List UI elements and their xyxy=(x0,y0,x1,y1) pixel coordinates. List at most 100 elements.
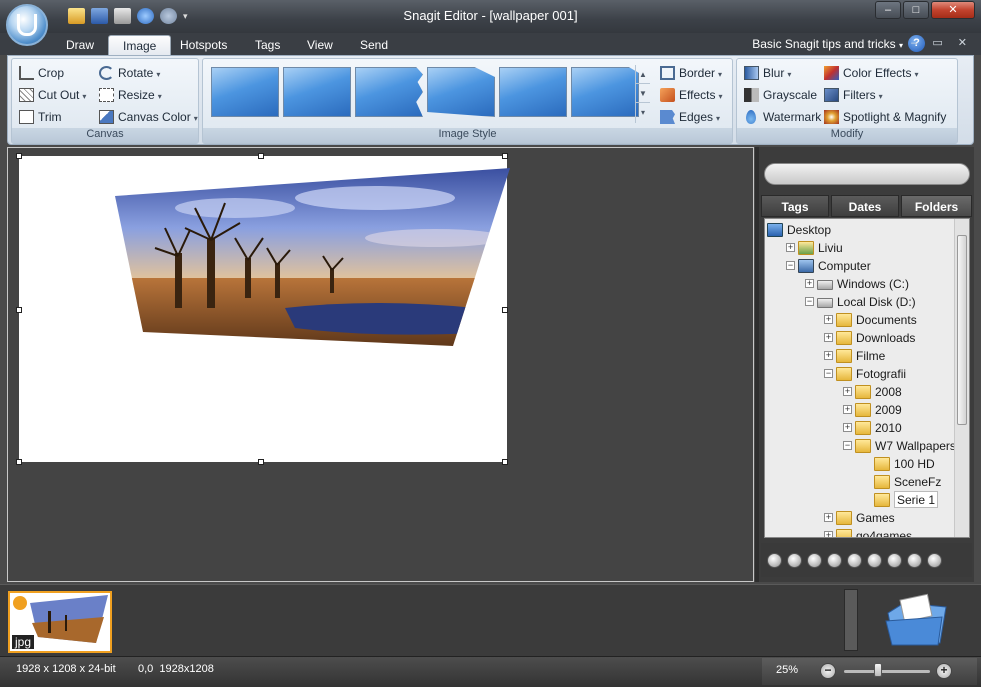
tab-image[interactable]: Image xyxy=(108,35,172,55)
help-tips-link[interactable]: Basic Snagit tips and tricks ▾ xyxy=(752,37,903,51)
tab-view[interactable]: View xyxy=(293,35,347,55)
filters-button[interactable]: Filters ▾ xyxy=(821,85,883,105)
expand-icon[interactable]: + xyxy=(843,405,852,414)
tree-node[interactable]: + Filme xyxy=(765,347,955,365)
tab-tags[interactable]: Tags xyxy=(241,35,294,55)
tree-node[interactable]: SceneFz xyxy=(765,473,955,491)
tree-node[interactable]: − Local Disk (D:) xyxy=(765,293,955,311)
resize-handle-br[interactable] xyxy=(502,459,508,465)
open-library-folder-icon[interactable] xyxy=(884,593,950,647)
color-effects-button[interactable]: Color Effects ▾ xyxy=(821,63,919,83)
save-icon[interactable] xyxy=(91,8,108,24)
ribbon-window-controls[interactable]: – ▭ ✕ xyxy=(911,36,973,49)
print-icon[interactable] xyxy=(114,8,131,24)
collapse-icon[interactable]: − xyxy=(843,441,852,450)
tree-node[interactable]: − Computer xyxy=(765,257,955,275)
spotlight-magnify-button[interactable]: Spotlight & Magnify xyxy=(821,107,946,127)
expand-icon[interactable]: + xyxy=(843,423,852,432)
folder-tree[interactable]: Desktop + Liviu − Computer + Windows (C:) − Loca… xyxy=(764,218,970,538)
customize-qat-icon[interactable]: ▾ xyxy=(183,8,193,24)
tree-node[interactable]: +2009 xyxy=(765,401,955,419)
image-canvas[interactable] xyxy=(19,156,510,462)
zoom-slider[interactable] xyxy=(844,670,930,673)
effects-button[interactable]: Effects ▾ xyxy=(657,85,722,105)
gallery-up-icon[interactable]: ▲ xyxy=(636,65,650,84)
flag-heart-icon[interactable] xyxy=(847,553,862,568)
edges-button[interactable]: Edges ▾ xyxy=(657,107,720,127)
style-thumb-6[interactable] xyxy=(571,67,639,117)
style-thumb-3[interactable] xyxy=(355,67,423,117)
grayscale-button[interactable]: Grayscale xyxy=(741,85,817,105)
tree-node[interactable]: 100 HD xyxy=(765,455,955,473)
tab-library-dates[interactable]: Dates xyxy=(831,195,899,217)
flag-dollar-icon[interactable] xyxy=(867,553,882,568)
zoom-slider-knob[interactable] xyxy=(874,663,882,677)
tree-node[interactable]: +2010 xyxy=(765,419,955,437)
flag-flag-icon[interactable] xyxy=(807,553,822,568)
resize-handle-t[interactable] xyxy=(258,153,264,159)
tab-draw[interactable]: Draw xyxy=(52,35,108,55)
editor-canvas-area[interactable] xyxy=(7,147,754,582)
expand-icon[interactable]: + xyxy=(824,333,833,342)
flag-check-icon[interactable] xyxy=(907,553,922,568)
library-search-input[interactable] xyxy=(764,163,970,185)
undo-icon[interactable] xyxy=(137,8,154,24)
watermark-button[interactable]: Watermark xyxy=(741,107,821,127)
tree-scrollbar[interactable] xyxy=(954,219,969,537)
tree-node[interactable]: − W7 Wallpapers xyxy=(765,437,956,455)
flag-exclamation-icon[interactable] xyxy=(767,553,782,568)
tree-scroll-thumb[interactable] xyxy=(957,235,967,425)
expand-icon[interactable]: + xyxy=(824,351,833,360)
flag-star-icon[interactable] xyxy=(927,553,942,568)
resize-button[interactable]: Resize ▾ xyxy=(96,85,162,105)
flag-radioactive-icon[interactable] xyxy=(787,553,802,568)
snagit-menu-button[interactable] xyxy=(6,4,48,46)
close-button[interactable]: ✕ xyxy=(931,1,975,19)
tree-node[interactable]: + Windows (C:) xyxy=(765,275,955,293)
resize-handle-bl[interactable] xyxy=(16,459,22,465)
tree-node[interactable]: Desktop xyxy=(765,221,955,239)
canvas-color-button[interactable]: Canvas Color ▾ xyxy=(96,107,198,127)
style-thumb-4[interactable] xyxy=(427,67,495,117)
resize-handle-tr[interactable] xyxy=(502,153,508,159)
minimize-button[interactable]: – xyxy=(875,1,901,19)
gallery-down-icon[interactable]: ▼ xyxy=(636,84,650,103)
tree-node[interactable]: − Fotografii xyxy=(765,365,955,383)
style-thumb-1[interactable] xyxy=(211,67,279,117)
tree-node[interactable]: + Games xyxy=(765,509,955,527)
resize-handle-tl[interactable] xyxy=(16,153,22,159)
crop-button[interactable]: Crop xyxy=(16,63,64,83)
style-gallery-scroll[interactable]: ▲ ▼ ▾ xyxy=(635,65,650,123)
collapse-icon[interactable]: − xyxy=(786,261,795,270)
expand-icon[interactable]: + xyxy=(843,387,852,396)
maximize-button[interactable]: □ xyxy=(903,1,929,19)
flag-pin-icon[interactable] xyxy=(887,553,902,568)
collapse-icon[interactable]: − xyxy=(824,369,833,378)
zoom-out-button[interactable]: − xyxy=(820,663,836,679)
collapse-icon[interactable]: − xyxy=(805,297,814,306)
tab-send[interactable]: Send xyxy=(346,35,402,55)
tray-thumbnail[interactable]: jpg xyxy=(8,591,112,653)
redo-icon[interactable] xyxy=(160,8,177,24)
open-icon[interactable] xyxy=(68,8,85,24)
expand-icon[interactable]: + xyxy=(786,243,795,252)
tree-node[interactable]: + Liviu xyxy=(765,239,955,257)
expand-icon[interactable]: + xyxy=(824,531,833,537)
resize-handle-r[interactable] xyxy=(502,307,508,313)
border-button[interactable]: Border ▾ xyxy=(657,63,722,83)
tab-hotspots[interactable]: Hotspots xyxy=(166,35,241,55)
perspective-photo[interactable] xyxy=(115,168,515,350)
tree-node[interactable]: +2008 xyxy=(765,383,955,401)
cut-out-button[interactable]: Cut Out ▾ xyxy=(16,85,86,105)
resize-handle-b[interactable] xyxy=(258,459,264,465)
trim-button[interactable]: Trim xyxy=(16,107,62,127)
expand-icon[interactable]: + xyxy=(824,315,833,324)
tree-node[interactable]: Serie 1 xyxy=(765,491,955,509)
expand-icon[interactable]: + xyxy=(824,513,833,522)
tree-node[interactable]: + go4games xyxy=(765,527,955,537)
style-thumb-2[interactable] xyxy=(283,67,351,117)
flag-smiley-icon[interactable] xyxy=(827,553,842,568)
gallery-more-icon[interactable]: ▾ xyxy=(636,103,650,122)
tray-scrollbar[interactable] xyxy=(844,589,858,651)
tree-node[interactable]: + Downloads xyxy=(765,329,955,347)
